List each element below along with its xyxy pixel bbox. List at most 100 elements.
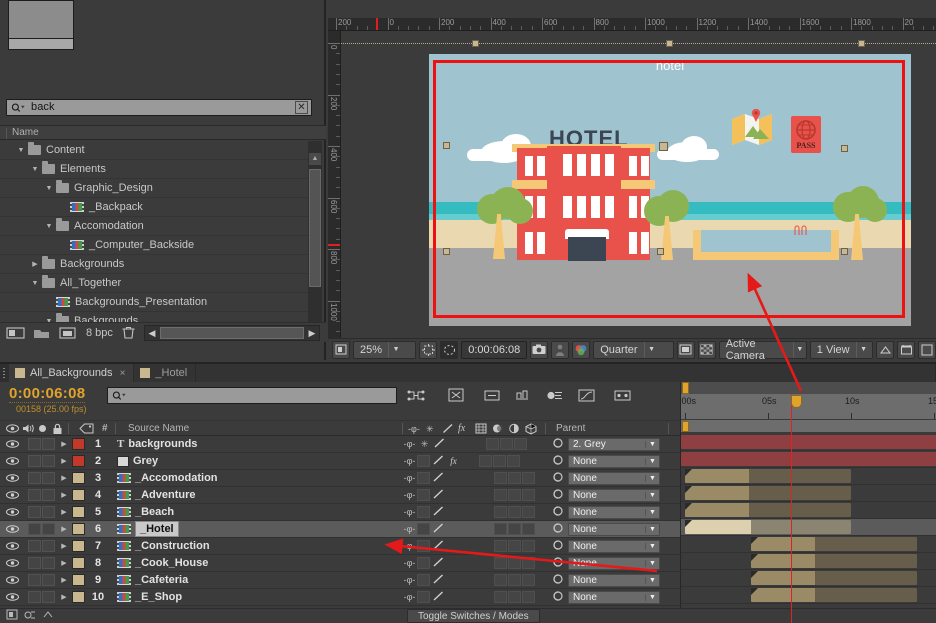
selection-handle[interactable] [666, 40, 673, 47]
channels-icon[interactable] [572, 340, 591, 359]
layer-lock-toggle[interactable] [42, 489, 55, 501]
current-time-indicator[interactable] [791, 394, 792, 623]
quality-icon[interactable] [432, 438, 447, 450]
quality-icon[interactable] [431, 472, 446, 484]
layer-lock-toggle[interactable] [42, 438, 55, 450]
quality-icon[interactable] [431, 455, 446, 467]
layer-solo-toggle[interactable] [28, 574, 41, 586]
motion-blur-toggle[interactable] [508, 489, 521, 501]
bit-depth-label[interactable]: 8 bpc [86, 327, 113, 339]
layer-expand-triangle-icon[interactable]: ▶ [56, 576, 72, 584]
project-item-all_together[interactable]: ▼ All_Together [0, 274, 310, 293]
parent-dropdown[interactable]: None ▼ [568, 573, 660, 587]
three-d-toggle[interactable] [522, 591, 535, 603]
layer-label-color[interactable] [72, 455, 85, 467]
layer-label-color[interactable] [72, 523, 85, 535]
timeline-layer-row[interactable]: ▶ 3 _Accomodation -φ- None ▼ [0, 470, 680, 487]
selection-handle[interactable] [858, 40, 865, 47]
disclosure-triangle-icon[interactable]: ▶ [28, 260, 42, 268]
draft-3d-icon[interactable] [512, 386, 532, 404]
parent-dropdown[interactable]: None ▼ [568, 471, 660, 485]
frame-blend-toggle[interactable] [494, 489, 507, 501]
collapse-toggle[interactable] [417, 557, 430, 569]
collapse-toggle[interactable] [417, 506, 430, 518]
layer-solo-toggle[interactable] [28, 557, 41, 569]
frame-blend-toggle[interactable] [494, 472, 507, 484]
three-d-toggle[interactable] [522, 506, 535, 518]
layer-solo-toggle[interactable] [28, 523, 41, 535]
mask-toggle-icon[interactable] [440, 340, 459, 359]
layer-visibility-toggle[interactable] [0, 541, 24, 551]
parent-dropdown[interactable]: None ▼ [568, 590, 660, 604]
parent-dropdown[interactable]: None ▼ [568, 505, 660, 519]
parent-pickwhip-icon[interactable] [548, 437, 568, 452]
layer-duration-track[interactable] [681, 519, 936, 536]
parent-dropdown[interactable]: None ▼ [568, 539, 660, 553]
collapse-toggle[interactable] [417, 574, 430, 586]
timeline-layer-row[interactable]: ▶ 6 _Hotel -φ- None ▼ [0, 521, 680, 538]
parent-pickwhip-icon[interactable] [548, 505, 568, 520]
project-scrollbar[interactable]: ▲ ▼ [308, 141, 322, 339]
three-d-toggle[interactable] [522, 523, 535, 535]
parent-pickwhip-icon[interactable] [548, 488, 568, 503]
frame-blend-toggle[interactable] [494, 574, 507, 586]
layer-lock-toggle[interactable] [42, 557, 55, 569]
disclosure-triangle-icon[interactable]: ▼ [28, 280, 42, 287]
frame-blend-toggle[interactable] [479, 455, 492, 467]
effects-icon[interactable]: fx [446, 456, 461, 466]
composition-stage[interactable]: HOTEL PASS hotel [429, 54, 911, 326]
parent-dropdown[interactable]: None ▼ [568, 454, 660, 468]
parent-pickwhip-icon[interactable] [548, 471, 568, 486]
layer-duration-track[interactable] [681, 468, 936, 485]
layer-expand-triangle-icon[interactable]: ▶ [56, 559, 72, 567]
layer-duration-track[interactable] [681, 570, 936, 587]
timeline-tab-all_backgrounds[interactable]: All_Backgrounds × [9, 364, 135, 382]
switches-modes-icon[interactable] [24, 607, 36, 623]
project-item-graphic_design[interactable]: ▼ Graphic_Design [0, 179, 310, 198]
comp-timecode-display[interactable]: 0:00:06:08 [461, 340, 528, 359]
brainstorm-icon[interactable] [612, 386, 632, 404]
collapse-toggle[interactable] [417, 540, 430, 552]
quality-icon[interactable] [431, 557, 446, 569]
timeline-layer-row[interactable]: ▶ 2 Grey -φ-fx None ▼ [0, 453, 680, 470]
comp-renderer-icon[interactable] [446, 386, 466, 404]
parent-pickwhip-icon[interactable] [548, 573, 568, 588]
layer-name-label[interactable]: _Accomodation [135, 472, 218, 484]
layer-name-label[interactable]: _Adventure [135, 489, 196, 501]
parent-dropdown[interactable]: 2. Grey ▼ [568, 437, 660, 451]
shy-icon[interactable]: -φ- [402, 490, 417, 500]
layer-solo-toggle[interactable] [28, 540, 41, 552]
composition-mini-flowchart-icon[interactable] [406, 386, 426, 404]
layer-label-color[interactable] [72, 438, 85, 450]
frame-render-icon[interactable] [6, 607, 18, 623]
layer-handle[interactable] [443, 248, 450, 255]
parent-pickwhip-icon[interactable] [548, 522, 568, 537]
quality-icon[interactable] [431, 574, 446, 586]
layer-anchor-handle[interactable] [659, 142, 668, 151]
three-d-toggle[interactable] [514, 438, 527, 450]
layer-name-label[interactable]: _Beach [135, 506, 174, 518]
parent-dropdown[interactable]: None ▼ [568, 556, 660, 570]
project-item-elements[interactable]: ▼ Elements [0, 160, 310, 179]
layer-duration-track[interactable] [681, 502, 936, 519]
layer-duration-bar[interactable] [685, 469, 851, 483]
disclosure-triangle-icon[interactable]: ▼ [42, 185, 56, 192]
shy-icon[interactable]: -φ- [402, 558, 417, 568]
parent-pickwhip-icon[interactable] [548, 454, 568, 469]
graph-editor-icon[interactable] [576, 386, 596, 404]
layer-name-label[interactable]: _Hotel [135, 521, 179, 537]
layer-handle[interactable] [841, 145, 848, 152]
project-item-content[interactable]: ▼ Content [0, 141, 310, 160]
shy-icon[interactable]: -φ- [402, 524, 417, 534]
collapse-toggle[interactable] [417, 591, 430, 603]
collapse-toggle[interactable] [417, 472, 430, 484]
toggle-switches-modes-button[interactable]: Toggle Switches / Modes [407, 609, 540, 623]
timeline-layer-list[interactable]: ▶ 1 Tbackgrounds -φ- ✳ 2. Grey ▼ ▶ 2 Grey -φ-fx Non… [0, 436, 680, 611]
layer-expand-triangle-icon[interactable]: ▶ [56, 525, 72, 533]
layer-solo-toggle[interactable] [28, 438, 41, 450]
three-d-toggle[interactable] [522, 540, 535, 552]
layer-name-label[interactable]: _Cook_House [135, 557, 208, 569]
disclosure-triangle-icon[interactable]: ▼ [28, 166, 42, 173]
scroll-right-icon[interactable]: ▶ [305, 328, 319, 339]
project-item-_backpack[interactable]: _Backpack [0, 198, 310, 217]
